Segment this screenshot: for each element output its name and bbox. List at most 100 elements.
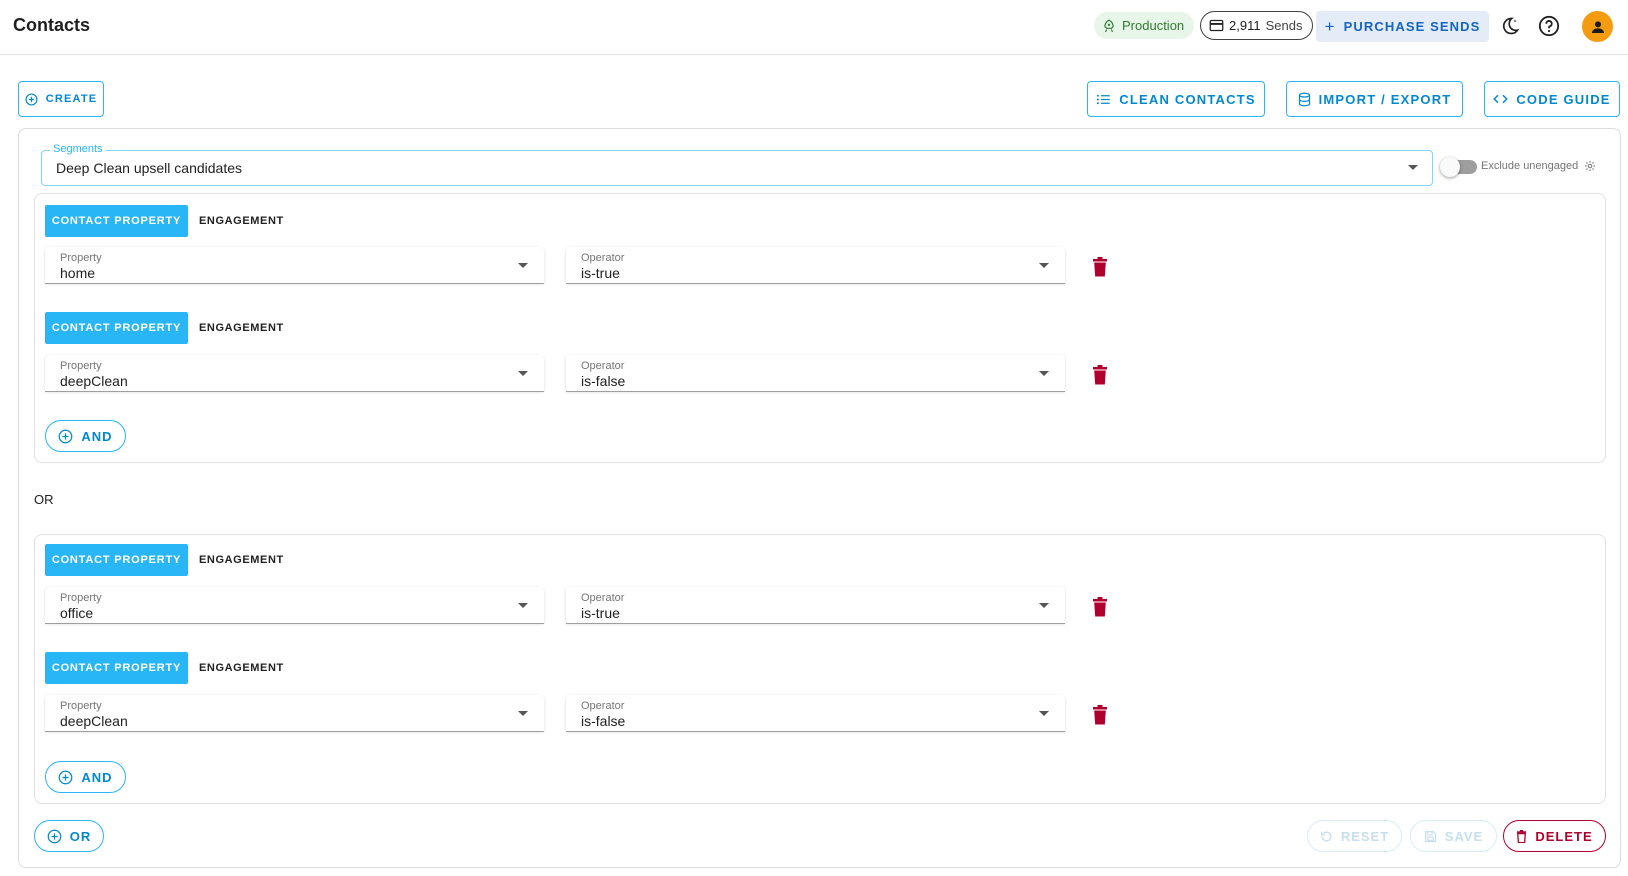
add-circle-icon <box>59 429 73 443</box>
code-guide-label: CODE GUIDE <box>1516 91 1611 107</box>
trash-icon[interactable] <box>1092 257 1108 277</box>
sends-chip[interactable]: 2,911 Sends <box>1200 11 1314 40</box>
segments-label: Segments <box>50 143 106 155</box>
chevron-down-icon <box>518 711 528 716</box>
and-label: AND <box>81 769 113 785</box>
or-label: OR <box>69 828 92 844</box>
add-circle-icon <box>47 829 62 843</box>
operator-value: is-false <box>581 713 626 729</box>
tab-contact-property[interactable]: CONTACT PROPERTY <box>45 312 188 344</box>
operator-label: Operator <box>581 700 625 712</box>
or-separator: OR <box>34 492 54 507</box>
chevron-down-icon <box>518 603 528 608</box>
code-guide-button[interactable]: CODE GUIDE <box>1484 81 1620 117</box>
save-button[interactable]: SAVE <box>1410 820 1497 852</box>
operator-label: Operator <box>581 592 625 604</box>
import-export-label: IMPORT / EXPORT <box>1318 91 1452 107</box>
plus-icon: + <box>1324 16 1336 36</box>
save-icon <box>1424 830 1436 842</box>
exclude-unengaged-label: Exclude unengaged <box>1481 160 1579 172</box>
operator-label: Operator <box>581 252 625 264</box>
moon-icon <box>1503 17 1520 35</box>
property-label: Property <box>60 700 102 712</box>
segments-select[interactable]: Deep Clean upsell candidates <box>41 150 1433 186</box>
help-icon <box>1538 15 1560 37</box>
add-or-button[interactable]: OR <box>34 820 104 852</box>
purchase-sends-button[interactable]: + PURCHASE SENDS <box>1316 11 1489 42</box>
chevron-down-icon <box>1039 603 1049 608</box>
add-circle-icon <box>25 92 38 106</box>
property-select[interactable]: Property home <box>45 247 544 283</box>
chevron-down-icon <box>518 371 528 376</box>
operator-value: is-true <box>581 265 620 281</box>
help-button[interactable] <box>1537 14 1561 38</box>
operator-value: is-true <box>581 605 620 621</box>
reset-label: RESET <box>1340 828 1390 844</box>
save-label: SAVE <box>1444 828 1484 844</box>
credit-card-icon <box>1209 19 1224 32</box>
segments-selected-value: Deep Clean upsell candidates <box>56 160 243 176</box>
delete-label: DELETE <box>1535 828 1593 844</box>
create-button[interactable]: CREATE <box>18 81 104 117</box>
operator-value: is-false <box>581 373 626 389</box>
property-label: Property <box>60 592 102 604</box>
tab-contact-property[interactable]: CONTACT PROPERTY <box>45 544 188 576</box>
operator-select[interactable]: Operator is-false <box>566 695 1065 731</box>
property-label: Property <box>60 252 102 264</box>
add-circle-icon <box>59 770 73 784</box>
property-value: deepClean <box>60 373 128 389</box>
operator-select[interactable]: Operator is-true <box>566 587 1065 623</box>
operator-label: Operator <box>581 360 625 372</box>
tab-contact-property[interactable]: CONTACT PROPERTY <box>45 205 188 237</box>
environment-chip[interactable]: Production <box>1094 12 1195 39</box>
chevron-down-icon <box>1039 711 1049 716</box>
property-value: deepClean <box>60 713 128 729</box>
tab-engagement[interactable]: ENGAGEMENT <box>199 205 284 237</box>
chevron-down-icon <box>518 263 528 268</box>
trash-icon[interactable] <box>1092 365 1108 385</box>
environment-label: Production <box>1122 18 1185 33</box>
reset-icon <box>1320 831 1332 841</box>
trash-icon[interactable] <box>1092 597 1108 617</box>
gear-icon[interactable] <box>1584 160 1596 172</box>
person-icon <box>1591 20 1604 33</box>
rocket-icon <box>1104 19 1114 32</box>
purchase-sends-label: PURCHASE SENDS <box>1343 19 1481 34</box>
delete-button[interactable]: DELETE <box>1503 820 1606 852</box>
avatar[interactable] <box>1582 11 1613 42</box>
operator-select[interactable]: Operator is-false <box>566 355 1065 391</box>
chevron-down-icon <box>1408 165 1418 170</box>
exclude-unengaged-toggle[interactable] <box>1440 157 1477 177</box>
property-select[interactable]: Property deepClean <box>45 695 544 731</box>
clean-contacts-button[interactable]: CLEAN CONTACTS <box>1087 81 1265 117</box>
import-export-button[interactable]: IMPORT / EXPORT <box>1286 81 1463 117</box>
and-label: AND <box>81 428 113 444</box>
property-value: office <box>60 605 94 621</box>
operator-select[interactable]: Operator is-true <box>566 247 1065 283</box>
chevron-down-icon <box>1039 263 1049 268</box>
property-label: Property <box>60 360 102 372</box>
trash-icon <box>1517 829 1527 843</box>
add-and-button[interactable]: AND <box>45 420 126 452</box>
toggle-knob <box>1440 157 1460 177</box>
reset-button[interactable]: RESET <box>1307 820 1402 852</box>
tab-engagement[interactable]: ENGAGEMENT <box>199 312 284 344</box>
tab-contact-property[interactable]: CONTACT PROPERTY <box>45 652 188 684</box>
chevron-down-icon <box>1039 371 1049 376</box>
add-and-button[interactable]: AND <box>45 761 126 793</box>
property-value: home <box>60 265 96 281</box>
page-title: Contacts <box>13 15 91 35</box>
clean-contacts-label: CLEAN CONTACTS <box>1119 91 1256 107</box>
tab-engagement[interactable]: ENGAGEMENT <box>199 652 284 684</box>
property-select[interactable]: Property office <box>45 587 544 623</box>
database-icon <box>1298 92 1310 106</box>
code-icon <box>1493 94 1509 104</box>
property-select[interactable]: Property deepClean <box>45 355 544 391</box>
sends-label: Sends <box>1265 18 1303 33</box>
tab-engagement[interactable]: ENGAGEMENT <box>199 544 284 576</box>
dark-mode-toggle[interactable] <box>1498 14 1522 38</box>
create-label: CREATE <box>45 93 98 105</box>
app-bar: Contacts Production 2,911 Sends + PURCHA… <box>0 0 1628 55</box>
trash-icon[interactable] <box>1092 705 1108 725</box>
sends-count: 2,911 <box>1229 18 1261 33</box>
